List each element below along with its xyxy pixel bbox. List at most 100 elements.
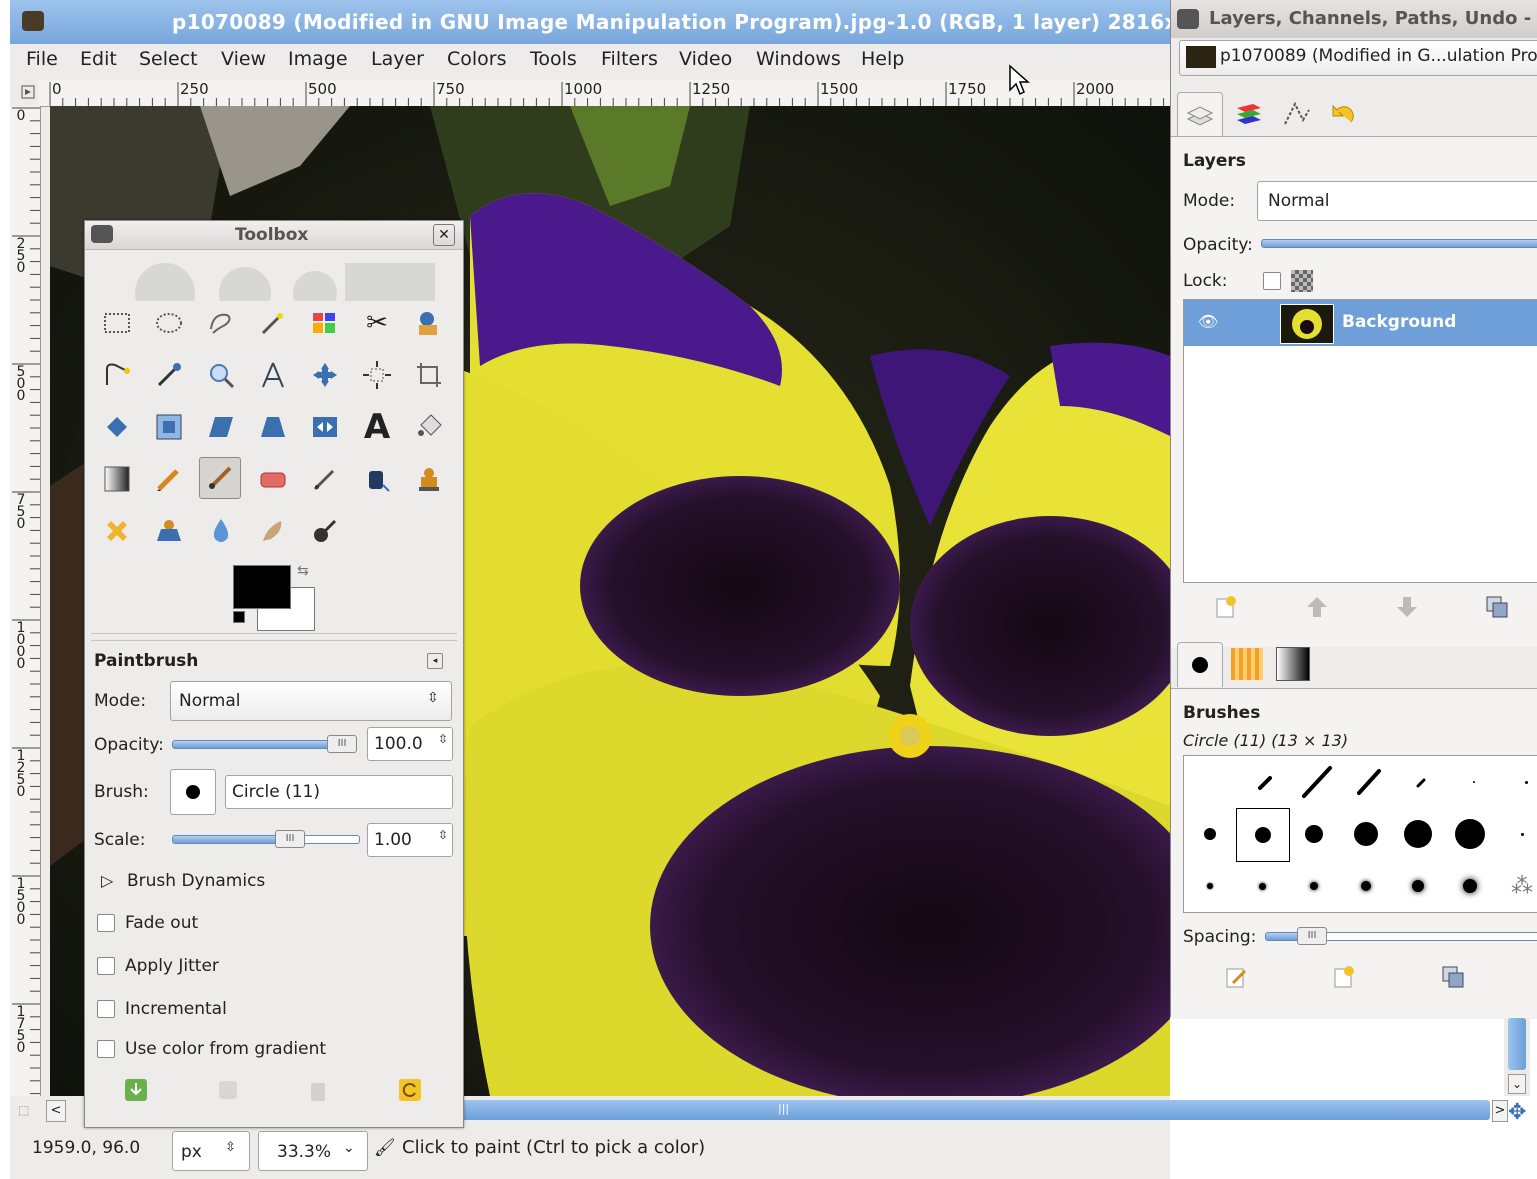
brush-item[interactable] — [1340, 808, 1392, 860]
lock-pixels-checkbox[interactable] — [1263, 272, 1281, 290]
toolbox-titlebar[interactable]: Toolbox ✕ — [85, 221, 463, 250]
pane-separator[interactable] — [91, 633, 457, 641]
tab-patterns[interactable] — [1225, 642, 1269, 686]
pencil-icon[interactable] — [149, 459, 189, 499]
brush-item[interactable] — [1288, 860, 1340, 912]
foreground-select-icon[interactable] — [409, 303, 449, 343]
brush-item[interactable] — [1448, 756, 1500, 808]
edit-brush-icon[interactable] — [1225, 965, 1249, 989]
rect-select-icon[interactable] — [97, 303, 137, 343]
free-select-icon[interactable] — [201, 303, 241, 343]
brush-dynamics-expander[interactable]: Brush Dynamics — [127, 871, 265, 891]
scroll-down-button[interactable]: ⌄ — [1508, 1074, 1526, 1094]
perspective-icon[interactable] — [253, 407, 293, 447]
menu-help[interactable]: Help — [861, 48, 904, 70]
vscroll-thumb[interactable] — [1508, 1018, 1526, 1070]
brush-item[interactable] — [1392, 808, 1444, 860]
menu-view[interactable]: View — [221, 48, 266, 70]
tab-paths[interactable] — [1275, 92, 1319, 136]
brush-item[interactable] — [1396, 756, 1448, 808]
opacity-spinbox[interactable]: 100.0 ⇳ — [367, 727, 453, 761]
paintbrush-tool-icon[interactable] — [199, 457, 241, 499]
menu-select[interactable]: Select — [139, 48, 198, 70]
align-icon[interactable] — [357, 355, 397, 395]
brush-item[interactable] — [1344, 756, 1396, 808]
spacing-slider-handle[interactable]: III — [1297, 927, 1327, 945]
airbrush-icon[interactable] — [305, 459, 345, 499]
brush-item[interactable] — [1340, 860, 1392, 912]
mode-select[interactable]: Normal ⇳ — [170, 681, 452, 721]
swap-colors-icon[interactable]: ⇆ — [297, 563, 309, 579]
quickmask-icon[interactable]: ⬚ — [18, 1103, 29, 1117]
paths-icon[interactable] — [97, 355, 137, 395]
brush-item[interactable] — [1444, 808, 1496, 860]
bucket-fill-icon[interactable] — [409, 407, 449, 447]
expander-arrow-icon[interactable]: ▷ — [101, 871, 113, 890]
rotate-icon[interactable] — [97, 407, 137, 447]
tab-layers[interactable] — [1177, 92, 1223, 137]
default-colors-icon[interactable] — [233, 611, 245, 623]
brush-preview-button[interactable] — [170, 769, 216, 815]
brush-item[interactable] — [1500, 756, 1537, 808]
layer-opacity-slider[interactable] — [1261, 239, 1537, 248]
ink-icon[interactable] — [357, 459, 397, 499]
flip-icon[interactable] — [305, 407, 345, 447]
foreground-color-swatch[interactable] — [233, 565, 291, 609]
scale-slider-handle[interactable]: III — [275, 830, 305, 848]
brush-item-sparks[interactable]: ⁂ — [1496, 860, 1537, 912]
blend-icon[interactable] — [97, 459, 137, 499]
eraser-icon[interactable] — [253, 459, 293, 499]
dock-titlebar[interactable]: Layers, Channels, Paths, Undo - B — [1171, 0, 1537, 38]
image-selector[interactable]: p1070089 (Modified in G...ulation Pro — [1179, 40, 1537, 76]
use-color-from-gradient-checkbox[interactable] — [97, 1040, 115, 1058]
ellipse-select-icon[interactable] — [149, 303, 189, 343]
scroll-left-button[interactable]: < — [46, 1100, 66, 1122]
layer-name[interactable]: Background — [1342, 312, 1456, 332]
layer-row-background[interactable]: 👁 Background — [1184, 300, 1537, 346]
dodge-burn-icon[interactable] — [305, 511, 345, 551]
blur-sharpen-icon[interactable] — [201, 511, 241, 551]
window-titlebar[interactable]: p1070089 (Modified in GNU Image Manipula… — [10, 0, 1170, 44]
tab-brushes[interactable] — [1177, 642, 1223, 687]
shear-icon[interactable] — [201, 407, 241, 447]
scale-slider[interactable] — [172, 835, 360, 844]
color-picker-icon[interactable] — [149, 355, 189, 395]
eye-visibility-icon[interactable]: 👁 — [1198, 312, 1218, 331]
menu-tools[interactable]: Tools — [530, 48, 577, 70]
lower-layer-icon[interactable] — [1395, 595, 1419, 619]
color-select-icon[interactable] — [305, 303, 345, 343]
scale-icon[interactable] — [149, 407, 189, 447]
delete-options-icon[interactable] — [305, 1077, 331, 1103]
brush-item[interactable] — [1240, 756, 1292, 808]
brush-item[interactable] — [1184, 808, 1236, 860]
smudge-icon[interactable] — [253, 511, 293, 551]
navigate-icon[interactable]: ✥ — [1508, 1100, 1526, 1125]
menu-image[interactable]: Image — [288, 48, 348, 70]
tool-options-menu-button[interactable]: ◂ — [427, 653, 443, 669]
menu-filters[interactable]: Filters — [601, 48, 658, 70]
menu-file[interactable]: File — [26, 48, 58, 70]
ruler-corner-button[interactable] — [10, 80, 38, 106]
menu-colors[interactable]: Colors — [447, 48, 507, 70]
scrollbar-thumb[interactable]: ||| — [458, 1100, 1490, 1120]
zoom-select[interactable]: 33.3% ⌄ — [258, 1131, 368, 1171]
clone-icon[interactable] — [409, 459, 449, 499]
unit-select[interactable]: px ⇳ — [172, 1131, 250, 1171]
new-layer-icon[interactable] — [1215, 595, 1239, 619]
reset-options-icon[interactable] — [397, 1077, 423, 1103]
layer-mode-select[interactable]: Normal — [1257, 181, 1537, 221]
vertical-scrollbar[interactable]: ⌄ — [1504, 1018, 1530, 1096]
scroll-right-button[interactable]: > — [1492, 1100, 1508, 1122]
tab-undo[interactable] — [1323, 92, 1367, 136]
restore-options-icon[interactable] — [215, 1077, 241, 1103]
menu-layer[interactable]: Layer — [371, 48, 424, 70]
brush-item[interactable] — [1444, 860, 1496, 912]
duplicate-brush-icon[interactable] — [1441, 965, 1465, 989]
zoom-icon[interactable] — [201, 355, 241, 395]
apply-jitter-checkbox[interactable] — [97, 957, 115, 975]
brush-item[interactable] — [1236, 860, 1288, 912]
move-icon[interactable] — [305, 355, 345, 395]
new-brush-icon[interactable] — [1333, 965, 1357, 989]
duplicate-layer-icon[interactable] — [1485, 595, 1509, 619]
fuzzy-select-icon[interactable] — [253, 303, 293, 343]
